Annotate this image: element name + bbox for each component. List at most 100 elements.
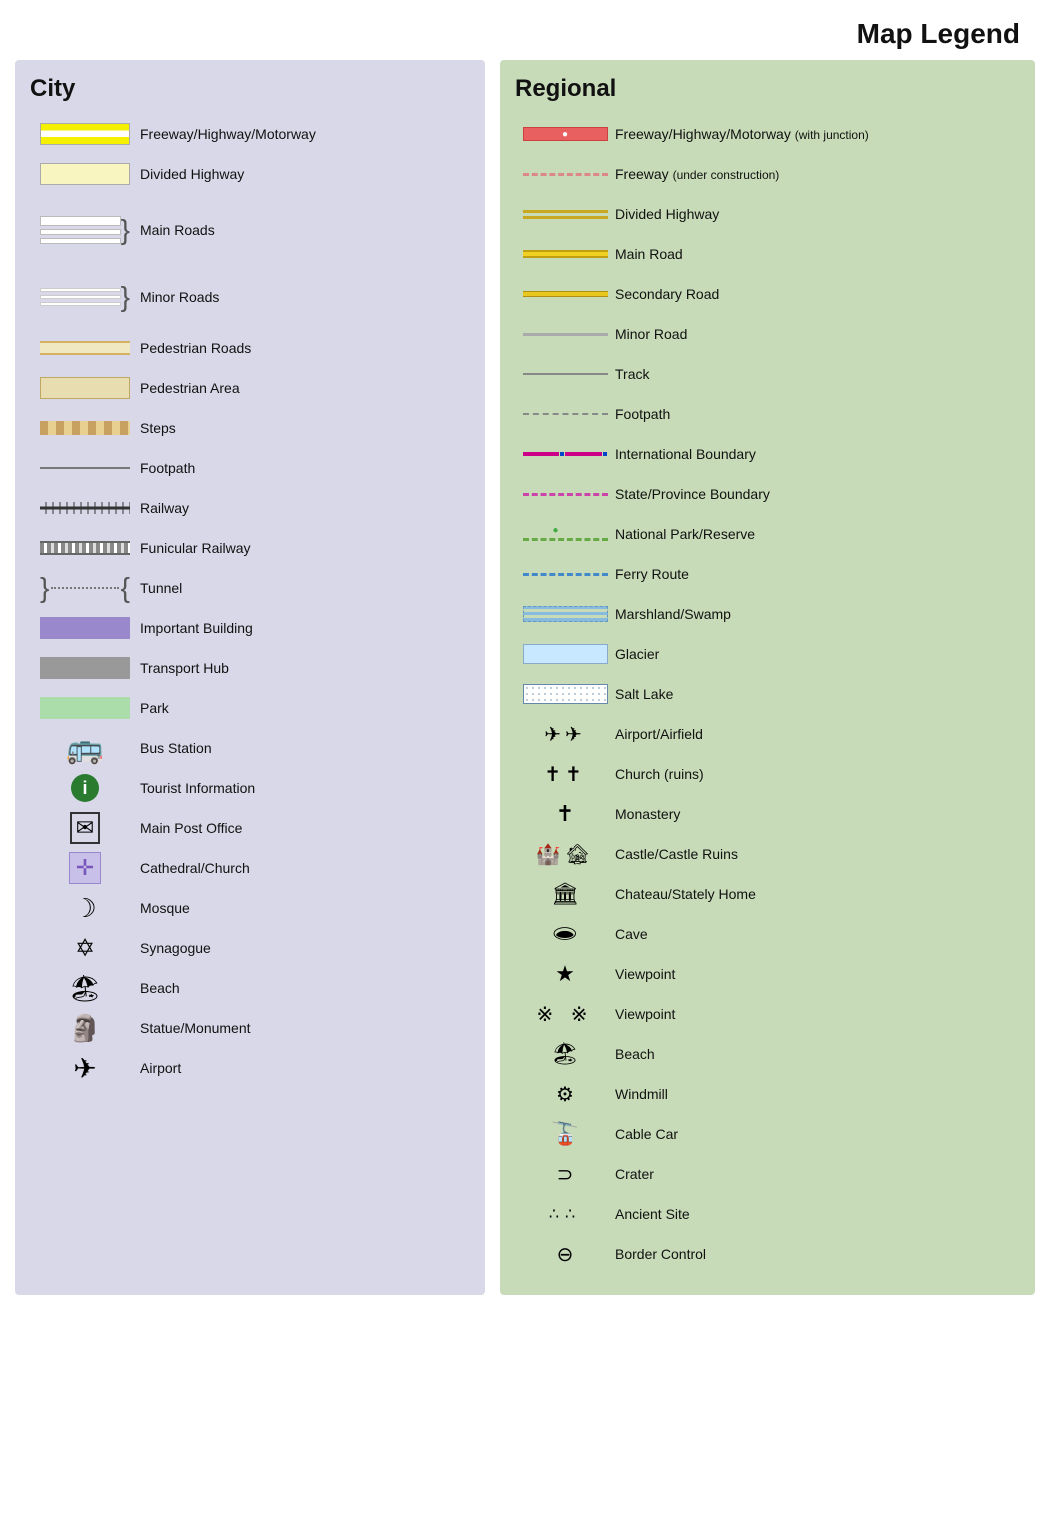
list-item: International Boundary <box>515 435 1020 473</box>
list-item: } Main Roads <box>30 195 470 265</box>
regional-heading: Regional <box>515 75 1020 103</box>
reg-monastery-symbol: ✝ <box>515 801 615 827</box>
list-item: Track <box>515 355 1020 393</box>
list-item: Important Building <box>30 609 470 647</box>
reg-glacier-label: Glacier <box>615 645 659 663</box>
tunnel-label: Tunnel <box>140 579 182 597</box>
reg-glacier-icon <box>523 644 608 664</box>
reg-airport-label: Airport/Airfield <box>615 725 703 743</box>
reg-secondary-symbol <box>515 291 615 297</box>
list-item: Footpath <box>30 449 470 487</box>
reg-freeway-construction-icon <box>523 173 608 176</box>
reg-airport-symbol: ✈✈ <box>515 722 615 747</box>
reg-ancient-symbol: ∴∴ <box>515 1204 615 1224</box>
reg-star-icon: ★ <box>555 961 575 987</box>
transport-hub-icon <box>40 657 130 679</box>
reg-castle-symbol: 🏰🏚 <box>515 842 615 867</box>
reg-freeway-label: Freeway/Highway/Motorway (with junction) <box>615 125 869 144</box>
minor-roads-brace-group: } <box>40 283 130 311</box>
reg-windmill-icon: ⚙ <box>556 1082 574 1107</box>
important-building-label: Important Building <box>140 619 253 637</box>
list-item: ⊃ Crater <box>515 1155 1020 1193</box>
list-item: } { Tunnel <box>30 569 470 607</box>
list-item: 🕳 Cave <box>515 915 1020 953</box>
reg-ancient-icon: ∴∴ <box>549 1204 581 1224</box>
reg-minor-label: Minor Road <box>615 325 687 343</box>
reg-viewpoint-icon: ※ ※ <box>536 1002 593 1027</box>
main-roads-brace-group: } <box>40 216 130 244</box>
airport-city-icon: ✈ <box>73 1052 96 1085</box>
pedestrian-roads-symbol <box>30 341 140 355</box>
main-roads-label: Main Roads <box>140 221 215 239</box>
list-item: ✉ Main Post Office <box>30 809 470 847</box>
steps-label: Steps <box>140 419 176 437</box>
important-building-symbol <box>30 617 140 639</box>
list-item: ● Freeway/Highway/Motorway (with junctio… <box>515 115 1020 153</box>
railway-symbol <box>30 502 140 514</box>
funicular-label: Funicular Railway <box>140 539 250 557</box>
list-item: Freeway (under construction) <box>515 155 1020 193</box>
list-item: 🚌 Bus Station <box>30 729 470 767</box>
reg-minor-symbol <box>515 333 615 336</box>
list-item: Funicular Railway <box>30 529 470 567</box>
list-item: Pedestrian Area <box>30 369 470 407</box>
reg-salt-lake-icon <box>523 684 608 704</box>
synagogue-symbol: ✡ <box>30 934 140 963</box>
reg-national-park-label: National Park/Reserve <box>615 525 755 543</box>
minor-roads-symbol: } <box>30 283 140 311</box>
reg-freeway-symbol: ● <box>515 127 615 141</box>
reg-chateau-icon: 🏛 <box>551 881 579 907</box>
reg-cablecar-icon: 🚡 <box>551 1121 578 1147</box>
statue-icon: 🗿 <box>69 1013 101 1044</box>
beach-city-label: Beach <box>140 979 180 997</box>
reg-ferry-icon <box>523 573 608 576</box>
park-symbol <box>30 697 140 719</box>
list-item: 🚡 Cable Car <box>515 1115 1020 1153</box>
cathedral-label: Cathedral/Church <box>140 859 250 877</box>
reg-divided-symbol <box>515 210 615 219</box>
minor-roads-brace-right: } <box>121 283 130 311</box>
mosque-label: Mosque <box>140 899 190 917</box>
reg-track-icon <box>523 373 608 375</box>
pedestrian-area-label: Pedestrian Area <box>140 379 240 397</box>
reg-intl-symbol <box>515 452 615 456</box>
reg-windmill-symbol: ⚙ <box>515 1082 615 1107</box>
freeway-city-symbol <box>30 123 140 145</box>
steps-symbol <box>30 421 140 435</box>
info-icon: i <box>71 774 99 802</box>
reg-footpath-icon <box>523 413 608 415</box>
steps-icon <box>40 421 130 435</box>
reg-marshland-icon <box>523 606 608 622</box>
list-item: State/Province Boundary <box>515 475 1020 513</box>
star-of-david-icon: ✡ <box>75 934 95 963</box>
minor-road-line-2 <box>40 295 121 299</box>
statue-symbol: 🗿 <box>30 1013 140 1044</box>
list-item: Glacier <box>515 635 1020 673</box>
list-item: ● National Park/Reserve <box>515 515 1020 553</box>
reg-salt-lake-label: Salt Lake <box>615 685 673 703</box>
railway-label: Railway <box>140 499 189 517</box>
list-item: ✈✈ Airport/Airfield <box>515 715 1020 753</box>
reg-church-icon: ✝✝ <box>544 762 586 787</box>
list-item: 🏛 Chateau/Stately Home <box>515 875 1020 913</box>
reg-church-symbol: ✝✝ <box>515 762 615 787</box>
reg-freeway-icon: ● <box>523 127 608 141</box>
page: Map Legend City Freeway/Highway/Motorway… <box>0 0 1050 1533</box>
list-item: 🏖 Beach <box>515 1035 1020 1073</box>
park-icon <box>40 697 130 719</box>
reg-glacier-symbol <box>515 644 615 664</box>
list-item: Salt Lake <box>515 675 1020 713</box>
list-item: ∴∴ Ancient Site <box>515 1195 1020 1233</box>
list-item: Divided Highway <box>30 155 470 193</box>
divided-highway-city-symbol <box>30 163 140 185</box>
list-item: ⊖ Border Control <box>515 1235 1020 1273</box>
reg-castle-icon: 🏰🏚 <box>536 842 594 867</box>
list-item: Secondary Road <box>515 275 1020 313</box>
list-item: Transport Hub <box>30 649 470 687</box>
reg-beach-symbol: 🏖 <box>515 1041 615 1067</box>
freeway-city-icon <box>40 123 130 145</box>
main-roads-lines <box>40 216 121 244</box>
list-item: 🗿 Statue/Monument <box>30 1009 470 1047</box>
bus-icon: 🚌 <box>66 731 103 766</box>
reg-track-symbol <box>515 373 615 375</box>
